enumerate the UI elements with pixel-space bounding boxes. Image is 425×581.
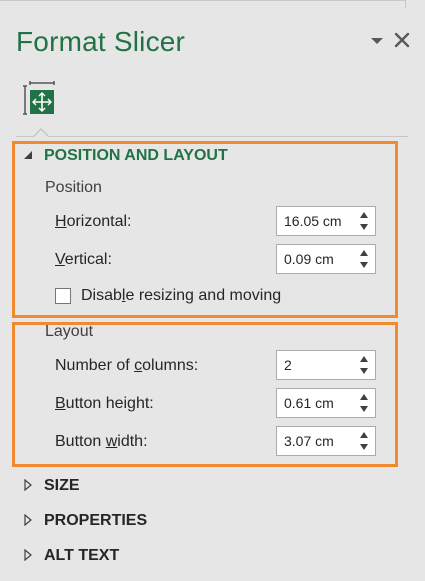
decrement-button[interactable]	[355, 441, 373, 453]
section-label: SIZE	[44, 477, 80, 494]
arrow-up-icon	[360, 356, 368, 362]
arrow-down-icon	[360, 444, 368, 450]
arrow-down-icon	[360, 368, 368, 374]
vertical-label: Vertical:	[55, 251, 112, 268]
decrement-button[interactable]	[355, 365, 373, 377]
button-height-label: Button height:	[55, 395, 154, 412]
increment-button[interactable]	[355, 209, 373, 221]
tab-pointer-fill	[33, 130, 49, 138]
spin-arrows	[355, 391, 373, 415]
collapsed-triangle-icon	[22, 513, 36, 529]
pane-options-button[interactable]	[368, 32, 386, 48]
increment-button[interactable]	[355, 429, 373, 441]
collapsed-triangle-icon	[22, 478, 36, 494]
section-header-position-and-layout[interactable]: POSITION AND LAYOUT	[22, 146, 228, 166]
tab-divider	[16, 136, 408, 137]
section-label: POSITION AND LAYOUT	[44, 147, 228, 164]
collapsed-triangle-icon	[22, 548, 36, 564]
arrow-up-icon	[360, 212, 368, 218]
horizontal-label: Horizontal:	[55, 213, 132, 230]
spin-arrows	[355, 429, 373, 453]
disable-resizing-checkbox-row[interactable]: Disable resizing and moving	[55, 287, 281, 305]
disable-resizing-label: Disable resizing and moving	[81, 287, 282, 304]
arrow-down-icon	[360, 406, 368, 412]
horizontal-spinbox[interactable]	[276, 206, 376, 236]
increment-button[interactable]	[355, 391, 373, 403]
group-label-position: Position	[45, 179, 102, 196]
top-border	[0, 0, 405, 1]
top-border-corner	[405, 0, 406, 8]
increment-button[interactable]	[355, 353, 373, 365]
section-header-alt-text[interactable]: ALT TEXT	[22, 546, 119, 566]
arrow-down-icon	[360, 224, 368, 230]
number-of-columns-spinbox[interactable]	[276, 350, 376, 380]
decrement-button[interactable]	[355, 259, 373, 271]
decrement-button[interactable]	[355, 221, 373, 233]
pane-top-edge	[0, 0, 425, 12]
button-width-spinbox[interactable]	[276, 426, 376, 456]
section-label: ALT TEXT	[44, 547, 120, 564]
button-height-spinbox[interactable]	[276, 388, 376, 418]
chevron-down-icon	[371, 38, 383, 44]
expanded-triangle-icon	[22, 149, 36, 164]
pane-close-button[interactable]	[392, 30, 412, 50]
spin-arrows	[355, 353, 373, 377]
vertical-input[interactable]	[277, 246, 360, 272]
disable-resizing-checkbox[interactable]	[55, 288, 71, 304]
number-of-columns-input[interactable]	[277, 352, 360, 378]
spin-arrows	[355, 209, 373, 233]
pane-title: Format Slicer	[16, 26, 186, 57]
button-height-input[interactable]	[277, 390, 360, 416]
spin-arrows	[355, 247, 373, 271]
arrow-up-icon	[360, 250, 368, 256]
section-label: PROPERTIES	[44, 512, 148, 529]
vertical-spinbox[interactable]	[276, 244, 376, 274]
section-header-size[interactable]: SIZE	[22, 476, 80, 496]
group-label-layout: Layout	[45, 323, 94, 340]
number-of-columns-label: Number of columns:	[55, 357, 199, 374]
size-properties-tab[interactable]	[22, 80, 56, 116]
arrow-up-icon	[360, 432, 368, 438]
horizontal-input[interactable]	[277, 208, 360, 234]
decrement-button[interactable]	[355, 403, 373, 415]
section-header-properties[interactable]: PROPERTIES	[22, 511, 147, 531]
arrow-down-icon	[360, 262, 368, 268]
close-icon	[394, 32, 410, 48]
size-properties-icon	[23, 81, 55, 115]
button-width-label: Button width:	[55, 433, 148, 450]
button-width-input[interactable]	[277, 428, 360, 454]
arrow-up-icon	[360, 394, 368, 400]
increment-button[interactable]	[355, 247, 373, 259]
